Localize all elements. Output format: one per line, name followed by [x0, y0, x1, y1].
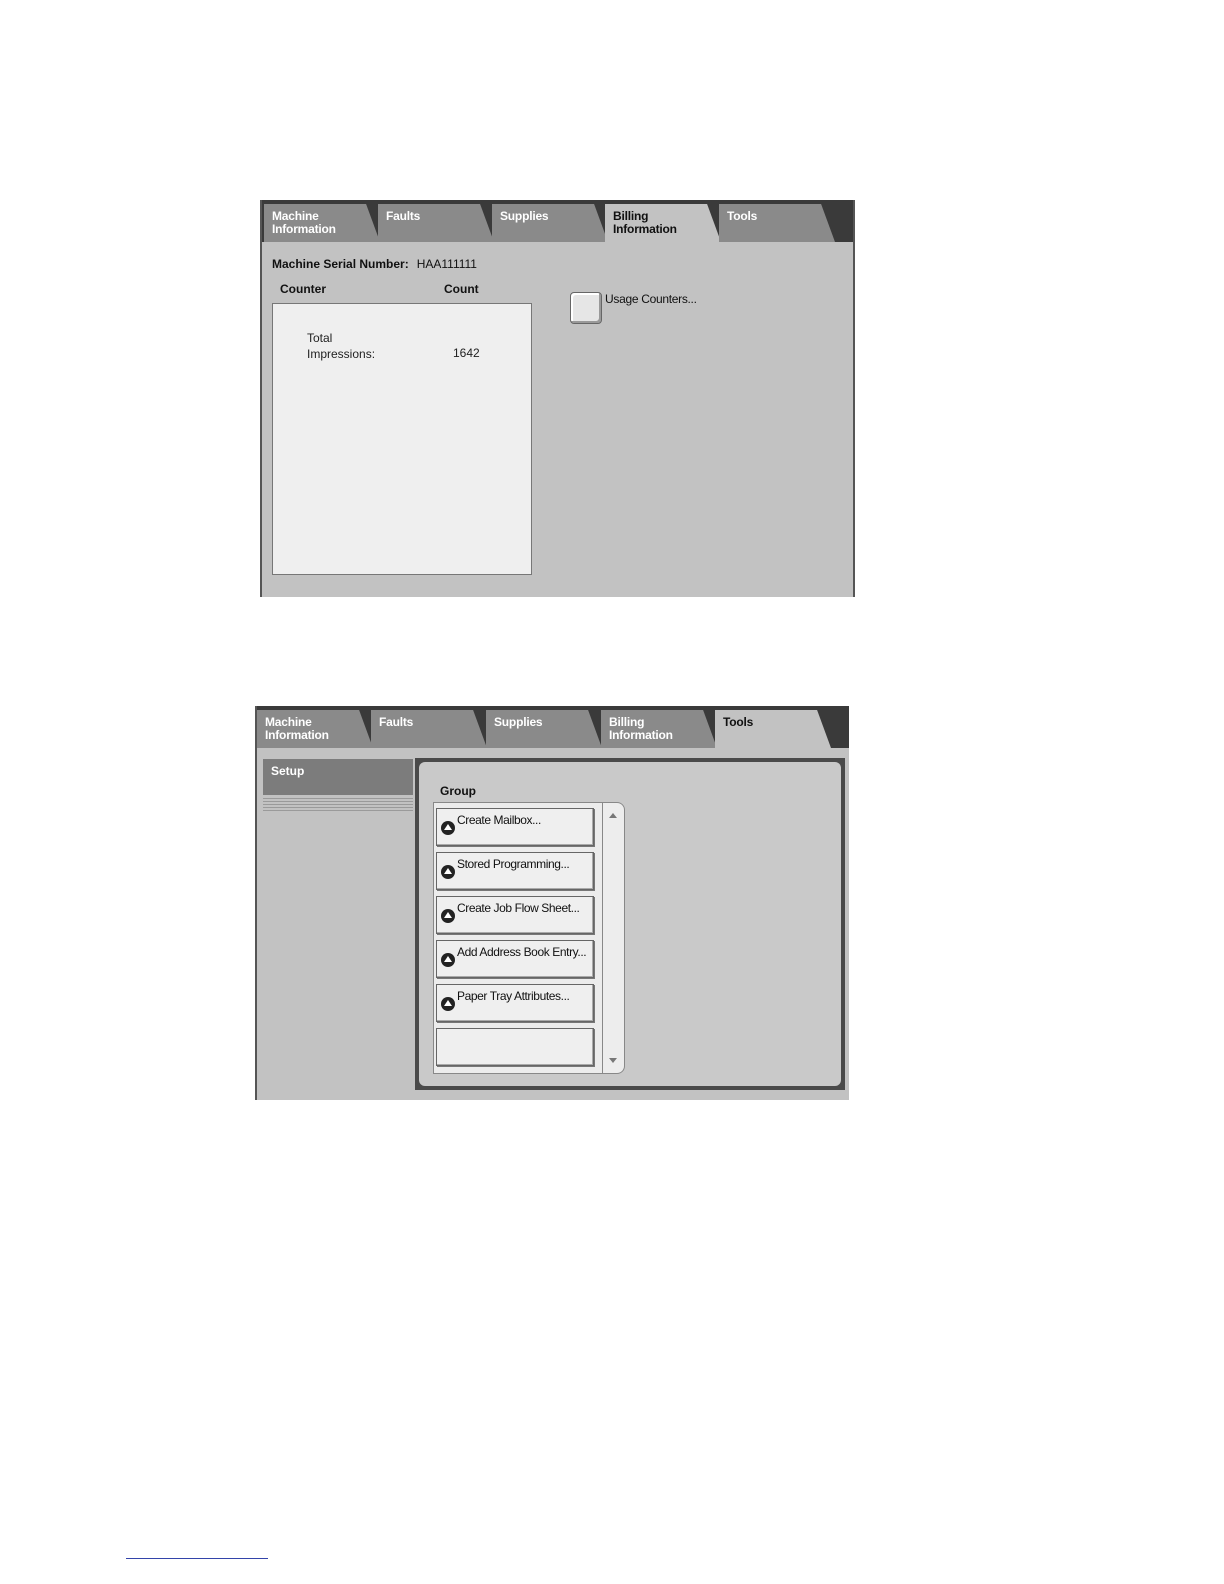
group-list-scrollbar[interactable]: [603, 802, 625, 1074]
count-column-header: Count: [444, 282, 479, 296]
footnote-rule: [126, 1558, 268, 1559]
tools-screen: Machine Information Faults Supplies Bill…: [255, 706, 849, 1100]
serial-value: HAA111111: [416, 257, 477, 271]
list-item-label: Add Address Book Entry...: [457, 945, 587, 959]
scroll-down-icon[interactable]: [609, 1058, 617, 1063]
counter-count: 1642: [453, 346, 480, 360]
tab-label: Information: [265, 728, 329, 742]
tab-bar: Machine Information Faults Supplies Bill…: [257, 706, 849, 748]
tab-machine-information[interactable]: Machine Information: [257, 710, 373, 748]
stored-programming-button[interactable]: Stored Programming...: [436, 852, 594, 890]
tab-label: Information: [272, 222, 336, 236]
list-item-label: Paper Tray Attributes...: [457, 989, 570, 1003]
tab-billing-information[interactable]: Billing Information: [601, 710, 717, 748]
group-panel-inner: Group Create Mailbox... Stored Programmi…: [419, 762, 841, 1086]
arrow-up-icon: [441, 953, 455, 967]
sidebar-divider: [263, 798, 413, 812]
group-panel: Group Create Mailbox... Stored Programmi…: [415, 758, 845, 1090]
arrow-up-icon: [441, 821, 455, 835]
tab-label: Supplies: [500, 209, 549, 223]
tab-tools[interactable]: Tools: [719, 204, 835, 242]
tab-faults[interactable]: Faults: [371, 710, 487, 748]
tab-label: Information: [613, 222, 677, 236]
tab-faults[interactable]: Faults: [378, 204, 494, 242]
create-job-flow-sheet-button[interactable]: Create Job Flow Sheet...: [436, 896, 594, 934]
list-item-label: Create Job Flow Sheet...: [457, 901, 580, 915]
tab-label: Tools: [727, 209, 758, 223]
machine-serial-number: Machine Serial Number: HAA111111: [272, 257, 477, 271]
tab-label: Supplies: [494, 715, 543, 729]
add-address-book-entry-button[interactable]: Add Address Book Entry...: [436, 940, 594, 978]
counter-label: Total Impressions:: [307, 331, 376, 361]
list-item-label: Create Mailbox...: [457, 813, 541, 827]
serial-label: Machine Serial Number:: [272, 257, 409, 271]
scroll-up-icon[interactable]: [609, 813, 617, 818]
sidebar-item-setup[interactable]: Setup: [263, 759, 413, 795]
tab-label: Tools: [723, 715, 754, 729]
usage-counters-button[interactable]: [570, 292, 602, 324]
tab-bar: Machine Information Faults Supplies Bill…: [262, 200, 853, 242]
usage-counters-label[interactable]: Usage Counters...: [605, 292, 697, 306]
arrow-up-icon: [441, 865, 455, 879]
arrow-up-icon: [441, 909, 455, 923]
create-mailbox-button[interactable]: Create Mailbox...: [436, 808, 594, 846]
tab-tools[interactable]: Tools: [715, 710, 831, 748]
tab-label: Faults: [386, 209, 421, 223]
tab-billing-information[interactable]: Billing Information: [605, 204, 721, 242]
tab-label: Faults: [379, 715, 414, 729]
counter-list: Total Impressions: 1642: [272, 303, 532, 575]
tab-supplies[interactable]: Supplies: [492, 204, 608, 242]
list-item-label: Stored Programming...: [457, 857, 570, 871]
empty-list-item: [436, 1028, 594, 1066]
tab-machine-information[interactable]: Machine Information: [264, 204, 380, 242]
tab-supplies[interactable]: Supplies: [486, 710, 602, 748]
counter-column-header: Counter: [280, 282, 326, 296]
arrow-up-icon: [441, 997, 455, 1011]
billing-information-screen: Machine Information Faults Supplies Bill…: [260, 200, 855, 597]
group-list: Create Mailbox... Stored Programming... …: [433, 802, 603, 1074]
tab-label: Information: [609, 728, 673, 742]
paper-tray-attributes-button[interactable]: Paper Tray Attributes...: [436, 984, 594, 1022]
group-title: Group: [440, 784, 476, 798]
